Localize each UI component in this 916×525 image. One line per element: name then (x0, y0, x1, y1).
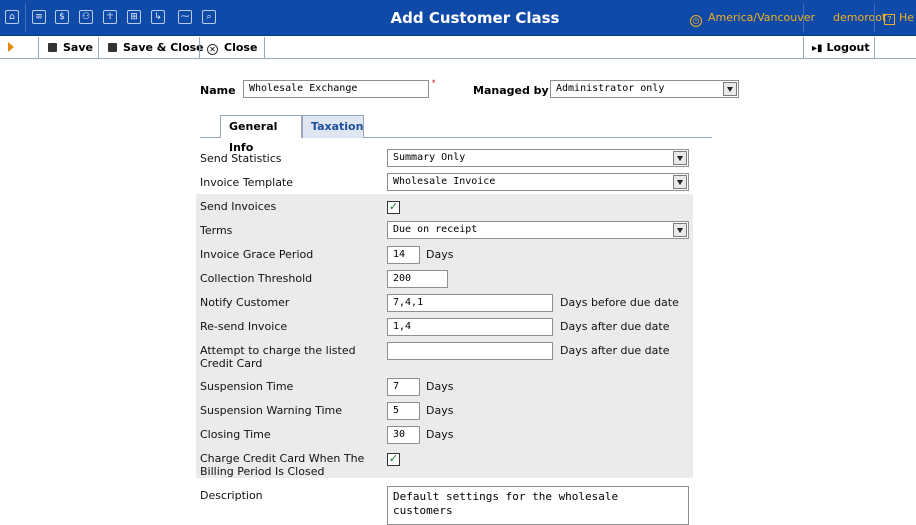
logout-button-label: Logout (826, 41, 870, 54)
resend-invoice-unit: Days after due date (560, 320, 670, 333)
dollar-icon[interactable]: $ (55, 10, 69, 24)
send-invoices-label: Send Invoices (200, 200, 277, 213)
collection-threshold-field[interactable]: 200 (387, 270, 448, 288)
transfer-icon[interactable]: ↳ (151, 10, 165, 24)
logout-button[interactable]: ▸▮ Logout (812, 37, 870, 59)
clock-icon: ◷ (690, 15, 702, 27)
toolbar-divider (874, 37, 875, 59)
help-icon: ? (884, 14, 895, 25)
description-label: Description (200, 489, 263, 502)
save-button[interactable]: Save (48, 37, 93, 59)
invoice-grace-period-unit: Days (426, 248, 454, 261)
managed-by-select[interactable]: Administrator only (550, 80, 739, 98)
suspension-time-label: Suspension Time (200, 380, 294, 393)
closing-time-unit: Days (426, 428, 454, 441)
notify-customer-field[interactable]: 7,4,1 (387, 294, 553, 312)
resend-invoice-label: Re-send Invoice (200, 320, 288, 333)
attempt-charge-label: Attempt to charge the listed Credit Card (200, 344, 356, 370)
suspension-warning-time-unit: Days (426, 404, 454, 417)
terms-select[interactable]: Due on receipt (387, 221, 689, 239)
attempt-charge-unit: Days after due date (560, 344, 670, 357)
toolbar-divider (98, 37, 99, 59)
attempt-charge-field[interactable] (387, 342, 553, 360)
invoice-template-value: Wholesale Invoice (393, 176, 496, 187)
notify-customer-label: Notify Customer (200, 296, 290, 309)
page-title: Add Customer Class (390, 9, 560, 27)
notify-customer-unit: Days before due date (560, 296, 679, 309)
timezone-label: America/Vancouver (708, 11, 816, 24)
collection-threshold-label: Collection Threshold (200, 272, 313, 285)
people-icon[interactable]: ⚇ (79, 10, 93, 24)
managed-by-value: Administrator only (556, 83, 665, 94)
suspension-warning-time-label: Suspension Warning Time (200, 404, 343, 417)
toolbar-divider (264, 37, 265, 59)
list-icon[interactable]: ≡ (32, 10, 46, 24)
save-close-button-label: Save & Close (123, 41, 204, 54)
toolbar-divider (803, 37, 804, 59)
send-statistics-value: Summary Only (393, 152, 466, 163)
suspension-warning-time-field[interactable]: 5 (387, 402, 420, 420)
close-button[interactable]: ✕ Close (207, 37, 257, 59)
invoice-template-select[interactable]: Wholesale Invoice (387, 173, 689, 191)
name-label: Name (200, 84, 236, 97)
required-marker: * (432, 78, 436, 88)
save-icon (48, 43, 57, 52)
topbar-divider (874, 4, 875, 32)
close-icon: ✕ (207, 44, 218, 55)
name-field[interactable]: Wholesale Exchange (243, 80, 429, 98)
toolbar-divider (199, 37, 200, 59)
tab-general-info[interactable]: General Info (220, 115, 302, 154)
suspension-time-field[interactable]: 7 (387, 378, 420, 396)
send-invoices-checkbox[interactable]: ✓ (387, 201, 400, 214)
tree-icon[interactable]: ⊞ (127, 10, 141, 24)
invoice-grace-period-label: Invoice Grace Period (200, 248, 314, 261)
close-button-label: Close (224, 41, 258, 54)
send-statistics-select[interactable]: Summary Only (387, 149, 689, 167)
save-button-label: Save (63, 41, 93, 54)
invoice-template-label: Invoice Template (200, 176, 294, 189)
search-icon[interactable]: ⌕ (202, 10, 216, 24)
toolbar: Save Save & Close ✕ Close ▸▮ Logout (0, 37, 916, 59)
toolbar-divider (38, 37, 39, 59)
chevron-down-icon (673, 223, 687, 237)
expand-arrow-icon[interactable] (8, 42, 14, 52)
chevron-down-icon (723, 82, 737, 96)
user-link[interactable]: demoroot (833, 11, 886, 24)
home-icon[interactable]: ⌂ (5, 10, 19, 24)
resend-invoice-field[interactable]: 1,4 (387, 318, 553, 336)
topbar-divider (803, 4, 804, 32)
closing-time-label: Closing Time (200, 428, 271, 441)
nav-divider (25, 4, 26, 32)
charge-cc-closed-label: Charge Credit Card When The Billing Peri… (200, 452, 365, 478)
invoice-grace-period-field[interactable]: 14 (387, 246, 420, 264)
top-bar: ⌂ ≡ $ ⚇ ☥ ⊞ ↳ ⁓ ⌕ Add Customer Class ◷ Am… (0, 0, 916, 36)
help-label: He (899, 11, 915, 24)
save-close-icon (108, 43, 117, 52)
help-link[interactable]: ? He (884, 11, 914, 25)
chart-icon[interactable]: ⁓ (178, 10, 192, 24)
save-close-button[interactable]: Save & Close (108, 37, 204, 59)
managed-by-label: Managed by (473, 84, 549, 97)
charge-cc-closed-checkbox[interactable]: ✓ (387, 453, 400, 466)
chevron-down-icon (673, 175, 687, 189)
suspension-time-unit: Days (426, 380, 454, 393)
closing-time-field[interactable]: 30 (387, 426, 420, 444)
timezone-link[interactable]: ◷ America/Vancouver (690, 11, 815, 27)
chevron-down-icon (673, 151, 687, 165)
terms-value: Due on receipt (393, 224, 478, 235)
send-statistics-label: Send Statistics (200, 152, 282, 165)
logout-icon: ▸▮ (812, 43, 823, 54)
person-icon[interactable]: ☥ (103, 10, 117, 24)
terms-label: Terms (200, 224, 233, 237)
description-field[interactable]: Default settings for the wholesale custo… (387, 486, 689, 525)
tab-taxation[interactable]: Taxation (302, 115, 364, 138)
